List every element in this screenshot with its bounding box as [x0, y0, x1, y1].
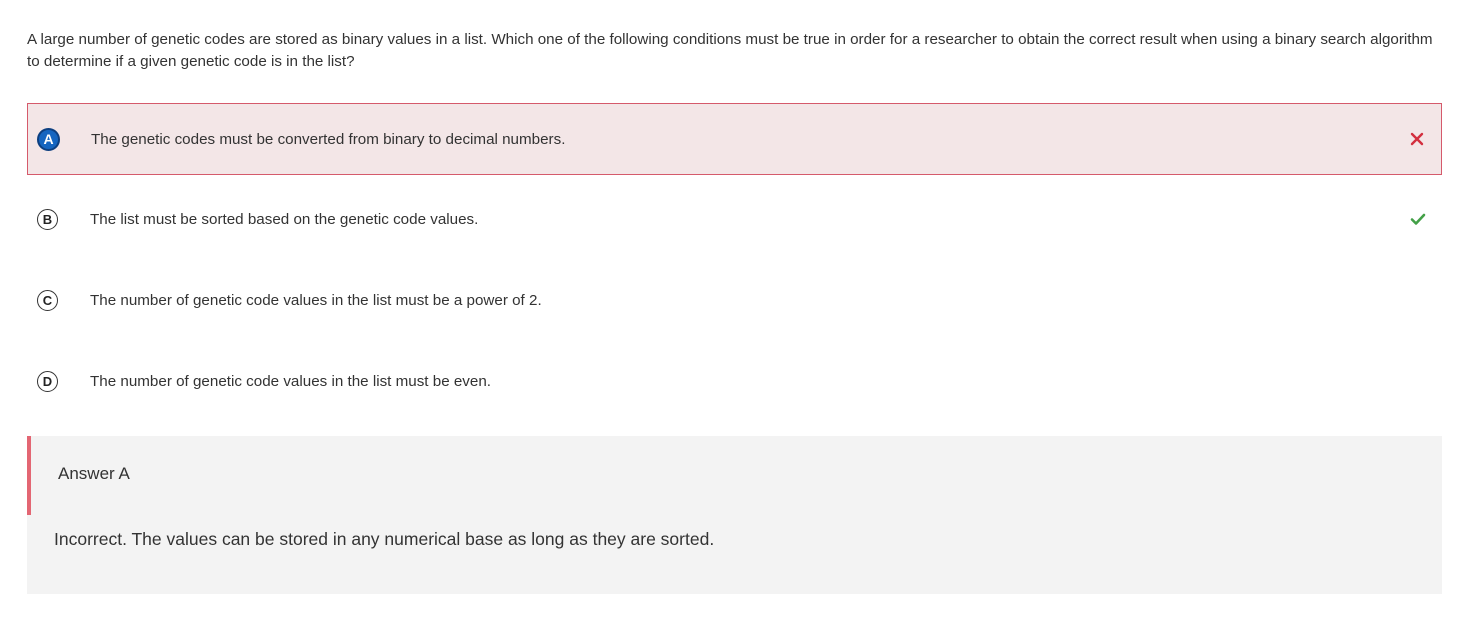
- option-b[interactable]: B The list must be sorted based on the g…: [27, 183, 1442, 255]
- option-letter-badge: C: [37, 289, 58, 311]
- feedback-accent-bar: [27, 436, 31, 515]
- option-label: The number of genetic code values in the…: [90, 291, 542, 309]
- answer-feedback-panel: Answer A Incorrect. The values can be st…: [27, 436, 1442, 594]
- option-a[interactable]: A The genetic codes must be converted fr…: [27, 103, 1442, 175]
- option-letter-badge: A: [37, 127, 60, 151]
- feedback-explanation: Incorrect. The values can be stored in a…: [54, 529, 715, 549]
- option-label: The genetic codes must be converted from…: [91, 130, 566, 148]
- option-label: The list must be sorted based on the gen…: [90, 210, 479, 228]
- option-letter-badge: B: [37, 208, 58, 230]
- option-letter-badge: D: [37, 370, 58, 392]
- question-text: A large number of genetic codes are stor…: [27, 31, 1433, 70]
- option-d[interactable]: D The number of genetic code values in t…: [27, 345, 1442, 417]
- feedback-title: Answer A: [58, 464, 130, 483]
- option-label: The number of genetic code values in the…: [90, 372, 492, 390]
- x-icon: [1410, 132, 1424, 146]
- option-c[interactable]: C The number of genetic code values in t…: [27, 264, 1442, 336]
- check-icon: [1410, 213, 1426, 225]
